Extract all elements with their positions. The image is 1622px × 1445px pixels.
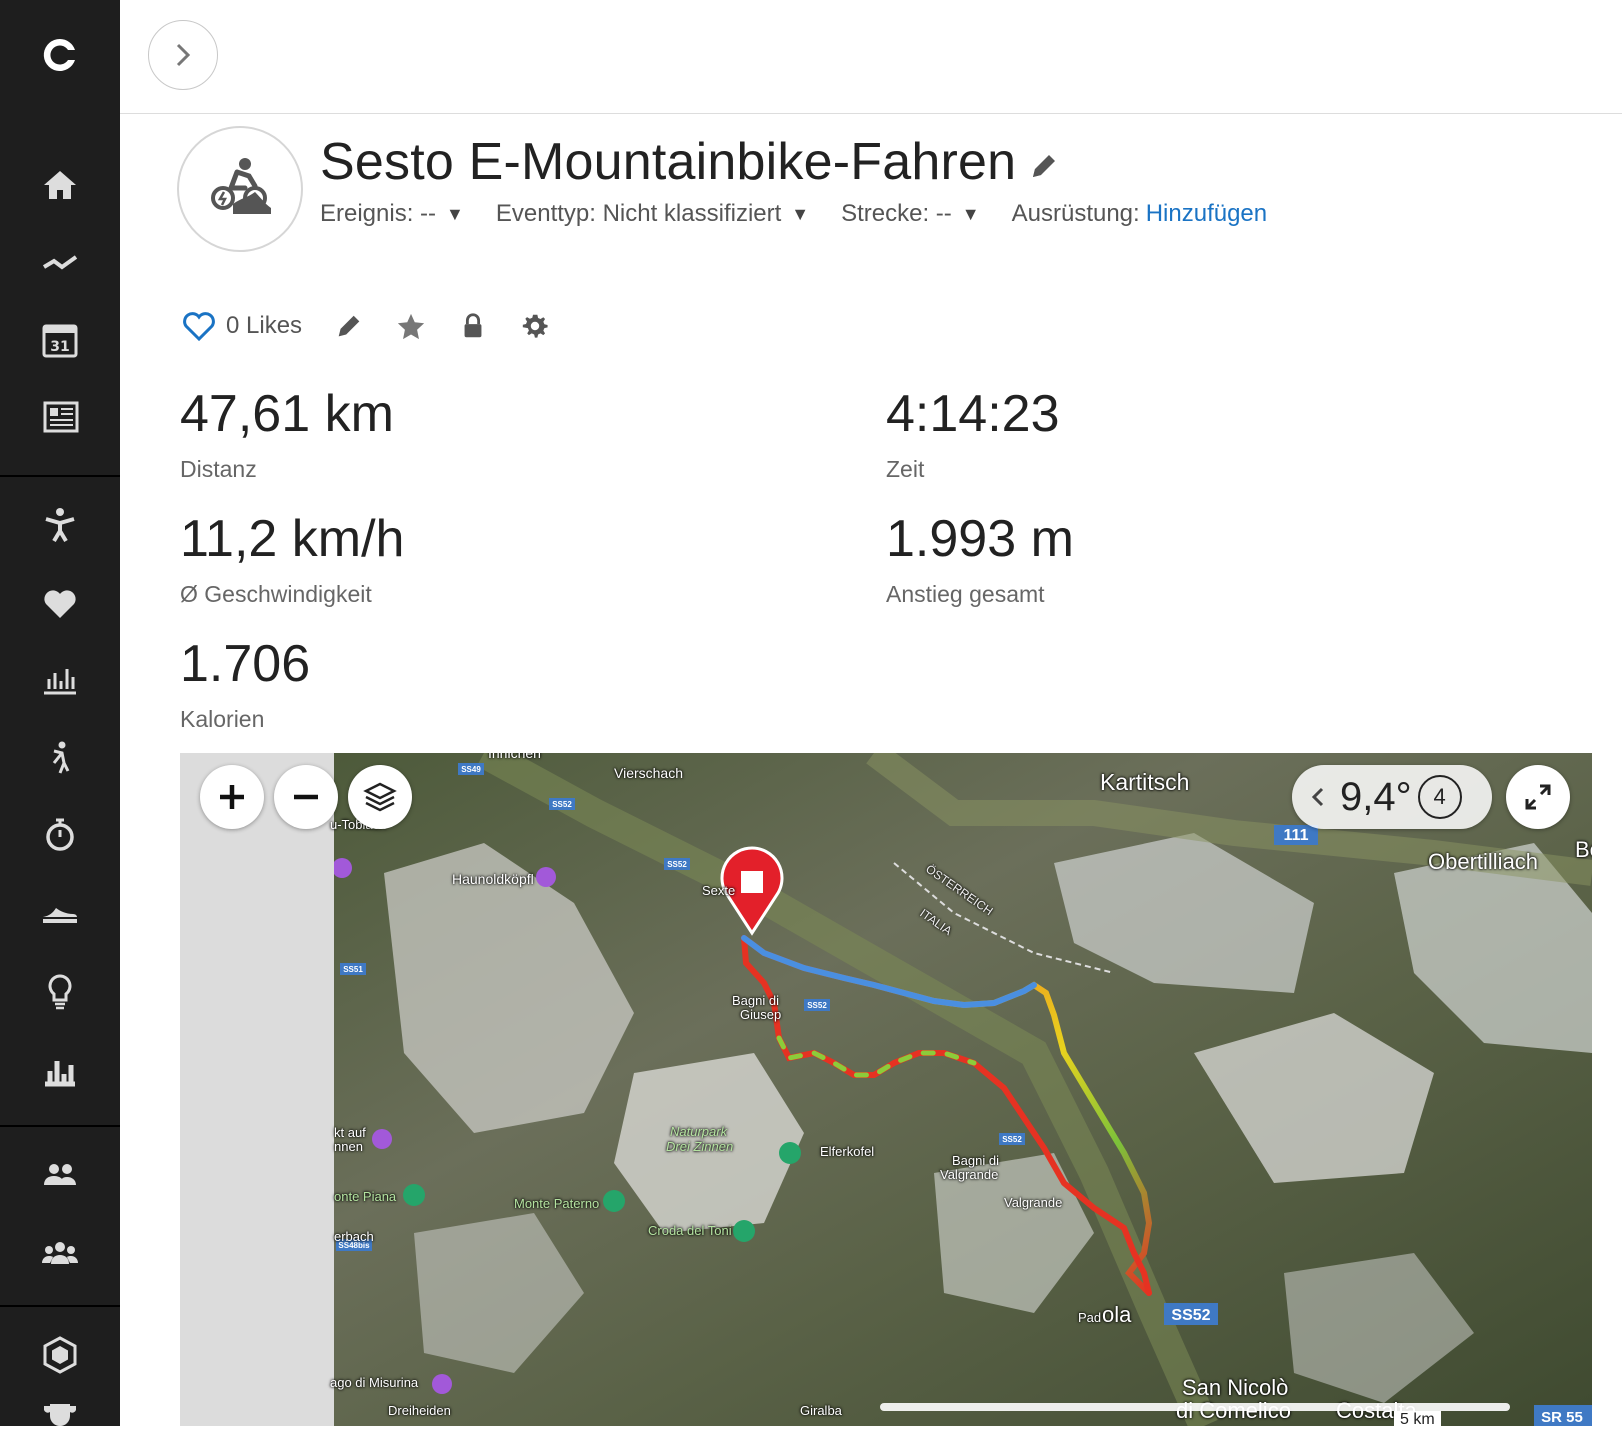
e-mountainbike-icon — [211, 158, 271, 214]
stopwatch-icon[interactable] — [30, 810, 90, 860]
time-value: 4:14:23 — [886, 385, 1060, 443]
expand-sidebar-button[interactable] — [148, 20, 218, 90]
expand-icon — [1525, 784, 1551, 810]
activity-actions: 0 Likes — [182, 306, 582, 346]
home-icon[interactable] — [30, 160, 90, 210]
edit-title-pencil-icon[interactable] — [1028, 150, 1060, 182]
gear-label: Ausrüstung: — [1011, 200, 1140, 227]
avg-speed-label: Ø Geschwindigkeit — [180, 581, 372, 607]
sidebar-divider — [0, 475, 120, 477]
insights-lightbulb-icon[interactable] — [30, 966, 90, 1016]
chevron-left-icon[interactable] — [1304, 783, 1332, 811]
avg-speed-value: 11,2 km/h — [180, 510, 405, 568]
stat-calories: 1.706 Kalorien — [180, 634, 310, 733]
svg-text:SS49: SS49 — [461, 765, 481, 774]
calories-value: 1.706 — [180, 635, 311, 693]
course-label: Strecke: -- — [841, 200, 952, 227]
ascent-value: 1.993 m — [886, 510, 1074, 568]
edit-activity-button[interactable] — [334, 311, 364, 341]
eventtype-dropdown[interactable]: Eventtyp: Nicht klassifiziert ▼ — [496, 200, 809, 228]
temperature-value: 9,4° — [1340, 774, 1412, 819]
minus-icon — [294, 794, 318, 800]
sidebar-divider — [0, 1305, 120, 1307]
layers-icon — [363, 782, 397, 812]
stat-ascent: 1.993 m Anstieg gesamt — [886, 509, 1074, 608]
add-gear-link[interactable]: Hinzufügen — [1146, 200, 1267, 228]
event-label: Ereignis: -- — [320, 200, 437, 227]
activity-meta-row: Ereignis: -- ▼ Eventtyp: Nicht klassifizi… — [320, 200, 1299, 228]
activity-map[interactable]: SS49 SS52 SS52 SS51 SS52 SS52 SS48bis 11… — [180, 753, 1592, 1426]
map-scale-bar — [880, 1403, 1510, 1411]
stat-time: 4:14:23 Zeit — [886, 384, 1060, 483]
heart-health-icon[interactable] — [30, 578, 90, 628]
caret-down-icon: ▼ — [961, 203, 980, 224]
top-bar — [120, 0, 1622, 114]
trophy-icon[interactable] — [30, 1395, 90, 1445]
sidebar-divider — [0, 1125, 120, 1127]
activity-title: Sesto E-Mountainbike-Fahren — [320, 133, 1017, 191]
event-dropdown[interactable]: Ereignis: -- ▼ — [320, 200, 464, 228]
distance-value: 47,61 km — [180, 385, 394, 443]
badges-hexagon-icon[interactable] — [30, 1330, 90, 1380]
caret-down-icon: ▼ — [791, 203, 810, 224]
lock-icon — [464, 313, 482, 338]
zoom-in-button[interactable] — [200, 765, 264, 829]
reports-chart-icon[interactable] — [30, 1044, 90, 1094]
star-icon — [397, 313, 425, 340]
time-label: Zeit — [886, 456, 925, 482]
like-button[interactable]: 0 Likes — [182, 310, 302, 342]
caret-down-icon: ▼ — [446, 203, 464, 224]
shoe-gear-icon[interactable] — [30, 888, 90, 938]
svg-text:SS48bis: SS48bis — [338, 1241, 370, 1250]
golf-icon[interactable] — [30, 732, 90, 782]
stat-avg-speed: 11,2 km/h Ø Geschwindigkeit — [180, 509, 404, 608]
distance-label: Distanz — [180, 456, 257, 482]
ascent-label: Anstieg gesamt — [886, 581, 1045, 607]
activity-trend-icon[interactable] — [30, 238, 90, 288]
map-layers-button[interactable] — [348, 765, 412, 829]
svg-text:31: 31 — [50, 339, 69, 355]
sidebar: 31 — [0, 0, 120, 1426]
gear-field: Ausrüstung: Hinzufügen — [1012, 200, 1268, 228]
svg-text:SS52: SS52 — [807, 1001, 827, 1010]
person-activity-icon[interactable] — [30, 500, 90, 550]
svg-text:SS52: SS52 — [667, 860, 687, 869]
connections-icon[interactable] — [30, 1150, 90, 1200]
stat-distance: 47,61 km Distanz — [180, 384, 394, 483]
fullscreen-button[interactable] — [1506, 765, 1570, 829]
svg-text:SR 55: SR 55 — [1541, 1409, 1583, 1426]
pencil-icon — [338, 315, 360, 337]
weather-widget[interactable]: 9,4° 4 — [1292, 765, 1492, 829]
eventtype-label: Eventtyp: Nicht klassifiziert — [495, 200, 782, 227]
heart-outline-icon — [183, 312, 215, 342]
calories-label: Kalorien — [180, 706, 265, 732]
svg-text:SS52: SS52 — [552, 800, 572, 809]
svg-text:SS52: SS52 — [1171, 1307, 1210, 1324]
svg-text:SS52: SS52 — [1002, 1135, 1022, 1144]
svg-text:111: 111 — [1284, 827, 1309, 844]
favorite-button[interactable] — [396, 311, 426, 341]
privacy-button[interactable] — [458, 311, 488, 341]
plus-icon — [220, 785, 244, 809]
newsfeed-icon[interactable] — [30, 392, 90, 442]
satellite-map-image[interactable]: SS49 SS52 SS52 SS51 SS52 SS52 SS48bis 11… — [334, 753, 1592, 1426]
likes-count: 0 Likes — [226, 312, 303, 339]
weather-step-indicator[interactable]: 4 — [1417, 775, 1462, 819]
garmin-connect-logo-icon[interactable] — [30, 30, 90, 80]
svg-text:SS51: SS51 — [343, 965, 363, 974]
chevron-right-icon — [176, 43, 191, 67]
performance-stats-icon[interactable] — [30, 654, 90, 704]
calendar-icon[interactable]: 31 — [30, 314, 90, 364]
zoom-out-button[interactable] — [274, 765, 338, 829]
gear-icon — [522, 314, 548, 338]
settings-button[interactable] — [520, 311, 550, 341]
course-dropdown[interactable]: Strecke: -- ▼ — [841, 200, 980, 228]
activity-type-badge — [177, 126, 303, 252]
groups-icon[interactable] — [30, 1228, 90, 1278]
